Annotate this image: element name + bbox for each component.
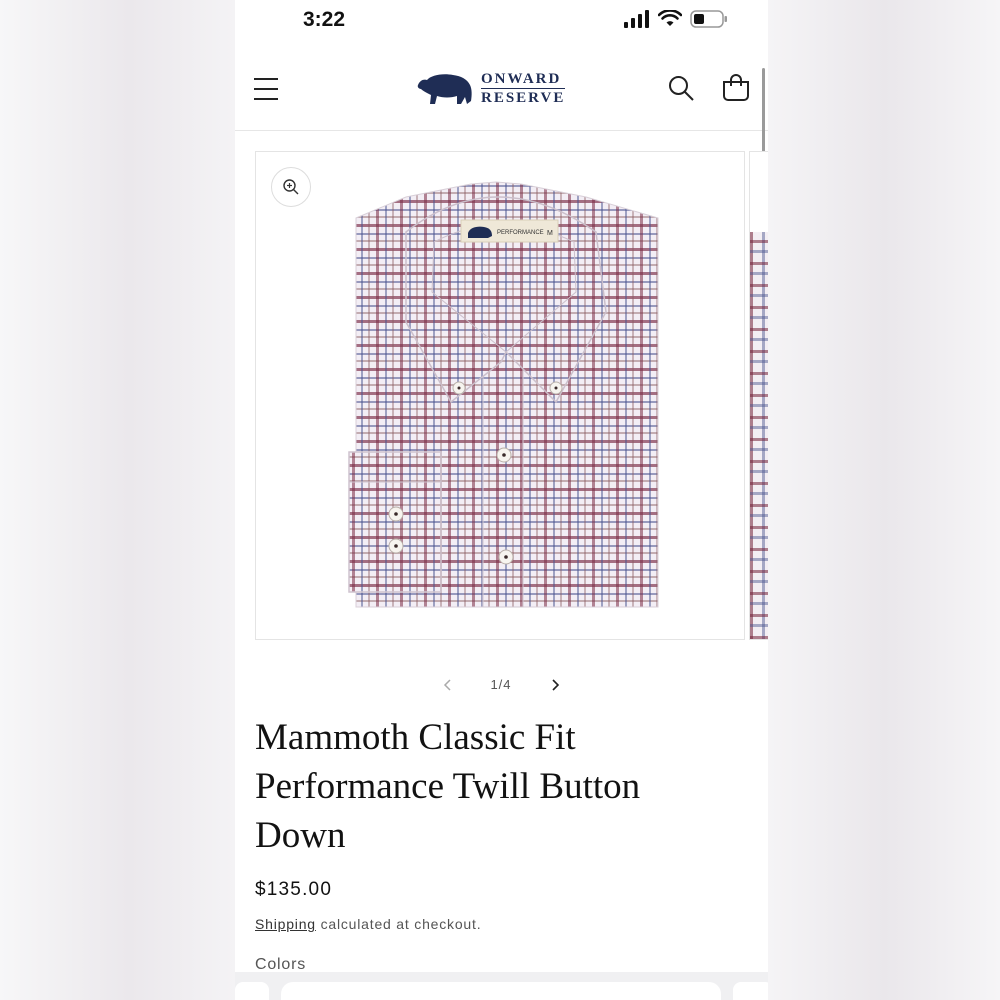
gallery-pager: 1/4 xyxy=(235,672,768,698)
brand-line-2: RESERVE xyxy=(481,90,566,106)
background-right xyxy=(768,0,1000,1000)
wifi-icon xyxy=(658,10,682,26)
previous-image-button[interactable] xyxy=(437,672,457,698)
next-image-button[interactable] xyxy=(546,672,566,698)
shipping-note-text: calculated at checkout. xyxy=(315,916,482,932)
shirt-label-brand: PERFORMANCE xyxy=(497,230,544,236)
next-image-thumbnail xyxy=(750,232,768,639)
image-counter: 1/4 xyxy=(490,677,512,692)
browser-left-tab[interactable] xyxy=(235,982,269,1000)
product-price: $135.00 xyxy=(255,879,333,900)
product-title: Mammoth Classic Fit Performance Twill Bu… xyxy=(255,717,641,856)
cellular-signal-icon xyxy=(624,10,649,28)
next-image-preview[interactable] xyxy=(749,151,768,640)
zoom-in-icon xyxy=(283,179,299,195)
chevron-left-icon xyxy=(443,679,451,691)
background-left xyxy=(0,0,235,1000)
search-button[interactable] xyxy=(667,74,695,102)
product-image-gallery[interactable]: PERFORMANCE M xyxy=(255,151,745,640)
menu-button[interactable] xyxy=(253,76,279,102)
status-time: 3:22 xyxy=(303,8,346,31)
shipping-link[interactable]: Shipping xyxy=(255,916,316,932)
browser-right-tab[interactable] xyxy=(733,982,768,1000)
cart-icon xyxy=(723,74,749,101)
bear-logo-icon xyxy=(417,73,472,104)
chevron-right-icon xyxy=(552,679,560,691)
brand-logo[interactable]: ONWARD RESERVE xyxy=(415,70,566,107)
site-header: ONWARD RESERVE xyxy=(235,56,768,131)
hamburger-menu-icon xyxy=(254,78,278,100)
shirt-label-size: M xyxy=(547,230,553,237)
browser-address-bar[interactable] xyxy=(281,982,721,1000)
zoom-button[interactable] xyxy=(271,167,311,207)
status-icons xyxy=(624,10,728,28)
brand-wordmark: ONWARD RESERVE xyxy=(481,70,566,107)
brand-line-1: ONWARD xyxy=(481,70,566,89)
search-icon xyxy=(669,76,694,101)
shipping-note: Shipping calculated at checkout. xyxy=(255,916,481,932)
cart-button[interactable] xyxy=(721,73,751,103)
browser-bottom-bar xyxy=(235,972,768,1000)
battery-icon xyxy=(690,10,727,28)
product-image: PERFORMANCE M xyxy=(348,181,659,608)
phone-screen: 3:22 ONWARD RESERVE PERFORMANCE M 1/4 Ma… xyxy=(235,0,768,1000)
